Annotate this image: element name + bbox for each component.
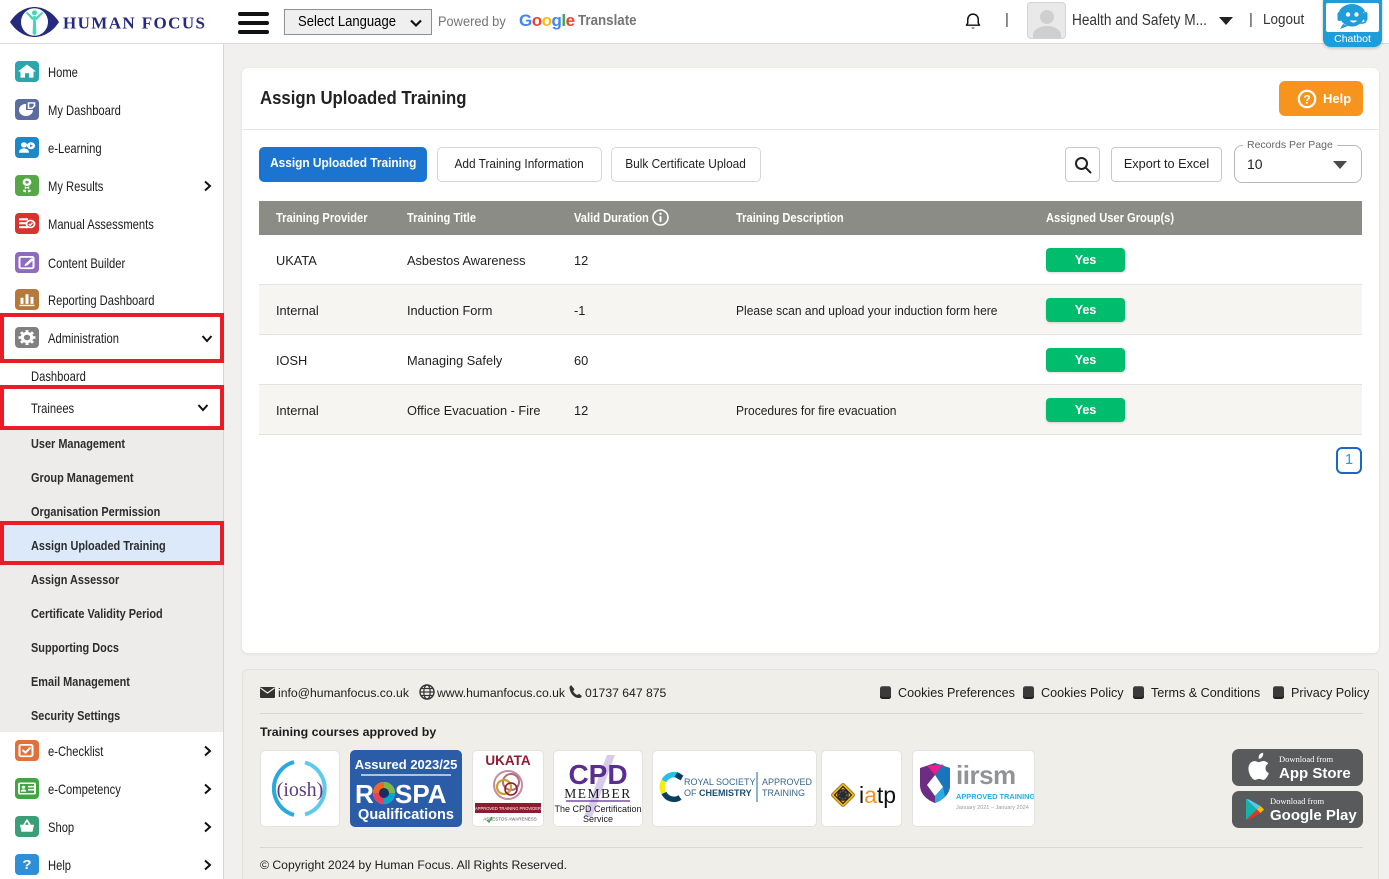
svg-text:R: R [355,779,374,809]
svg-text:Download from: Download from [1279,754,1333,764]
svg-text:January 2021 – January 2024: January 2021 – January 2024 [956,805,1029,811]
svg-text:OF CHEMISTRY: OF CHEMISTRY [684,788,752,798]
svg-text:?: ? [22,857,31,872]
svg-text:Service: Service [583,814,613,824]
svg-text:APPROVED: APPROVED [762,777,813,787]
svg-text:iirsm: iirsm [956,760,1016,790]
svg-text:Google Play: Google Play [1270,807,1357,824]
svg-text:SPA: SPA [395,779,447,809]
svg-text:ROYAL SOCIETY: ROYAL SOCIETY [684,777,756,787]
svg-text:App Store: App Store [1279,765,1351,782]
svg-text:Download from: Download from [1270,796,1324,806]
svg-text:The CPD Certification: The CPD Certification [554,804,641,814]
svg-text:iatp: iatp [859,782,896,808]
svg-text:TRAINING: TRAINING [762,788,805,798]
svg-text:(iosh): (iosh) [277,779,324,801]
svg-text:HUMAN FOCUS: HUMAN FOCUS [63,14,206,33]
svg-text:?: ? [1303,93,1310,107]
svg-text:Assured 2023/25: Assured 2023/25 [355,757,458,772]
svg-text:APPROVED TRAINING: APPROVED TRAINING [956,792,1034,801]
svg-text:Qualifications: Qualifications [358,807,454,823]
svg-text:MEMBER: MEMBER [564,786,632,801]
svg-text:APPROVED TRAINING PROVIDER: APPROVED TRAINING PROVIDER [475,806,541,811]
svg-text:UKATA: UKATA [485,753,530,768]
